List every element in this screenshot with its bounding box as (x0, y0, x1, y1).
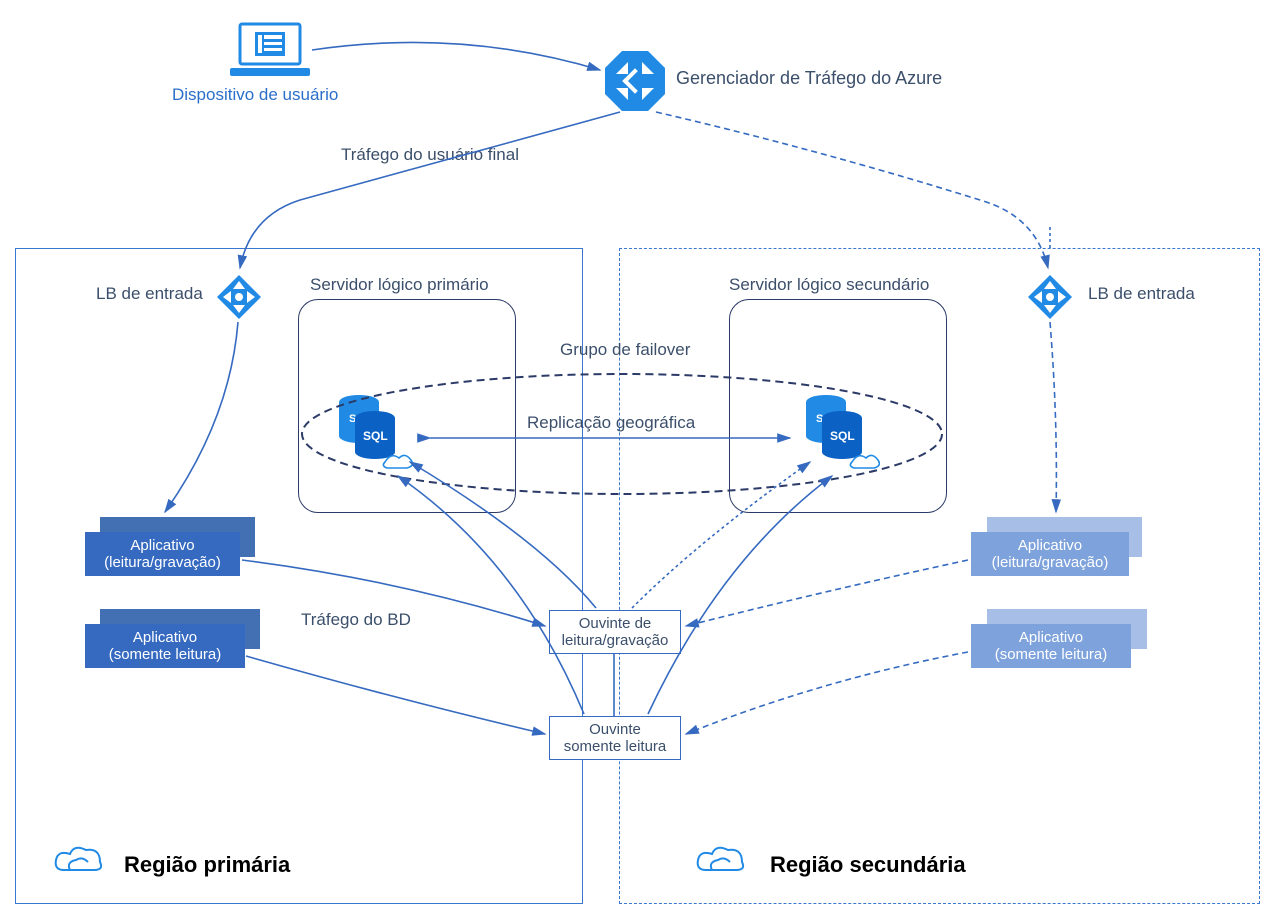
app-rw-l2: (leitura/gravação) (992, 554, 1109, 571)
svg-text:SQL: SQL (363, 429, 388, 443)
traffic-manager-icon (602, 48, 668, 114)
app-ro-l1: Aplicativo (1019, 629, 1083, 646)
primary-lb-label: LB de entrada (96, 284, 203, 304)
secondary-server-label: Servidor lógico secundário (729, 275, 929, 295)
primary-cloud-icon (50, 842, 106, 880)
app-ro-l2: (somente leitura) (109, 646, 222, 663)
traffic-manager-label: Gerenciador de Tráfego do Azure (676, 68, 942, 89)
listener-rw-label: Ouvinte de leitura/gravação (562, 615, 669, 650)
listener-ro: Ouvinte somente leitura (549, 716, 681, 760)
secondary-app-ro: Aplicativo (somente leitura) (971, 624, 1131, 668)
sql-db-primary-icon: SQL SQL (333, 392, 413, 476)
app-rw-l1: Aplicativo (1018, 537, 1082, 554)
secondary-app-rw: Aplicativo (leitura/gravação) (971, 532, 1129, 576)
geo-replication-label: Replicação geográfica (527, 413, 695, 433)
user-device-label: Dispositivo de usuário (172, 85, 338, 105)
primary-app-rw: Aplicativo (leitura/gravação) (85, 532, 240, 576)
end-user-traffic-label: Tráfego do usuário final (341, 145, 519, 165)
primary-region-title: Região primária (124, 852, 290, 878)
secondary-lb-label: LB de entrada (1088, 284, 1195, 304)
user-device-icon (230, 20, 310, 80)
primary-server-label: Servidor lógico primário (310, 275, 489, 295)
svg-text:SQL: SQL (830, 429, 855, 443)
secondary-lb-icon (1026, 273, 1074, 321)
app-ro-l2: (somente leitura) (995, 646, 1108, 663)
secondary-cloud-icon (692, 842, 748, 880)
db-traffic-label: Tráfego do BD (301, 610, 411, 630)
app-ro-l1: Aplicativo (133, 629, 197, 646)
app-rw-l1: Aplicativo (130, 537, 194, 554)
app-rw-l2: (leitura/gravação) (104, 554, 221, 571)
primary-app-ro: Aplicativo (somente leitura) (85, 624, 245, 668)
primary-lb-icon (215, 273, 263, 321)
secondary-region-title: Região secundária (770, 852, 966, 878)
listener-rw: Ouvinte de leitura/gravação (549, 610, 681, 654)
sql-db-secondary-icon: SQL SQL (800, 392, 880, 476)
failover-group-label: Grupo de failover (560, 340, 690, 360)
listener-ro-label: Ouvinte somente leitura (564, 721, 667, 756)
